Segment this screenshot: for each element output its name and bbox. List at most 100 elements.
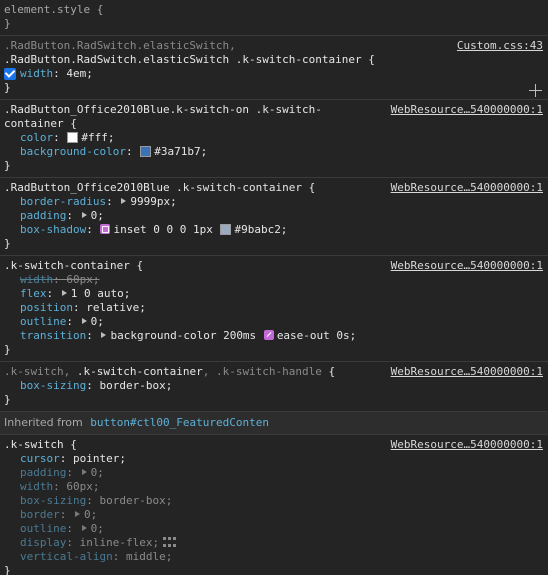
property-name[interactable]: width	[20, 480, 53, 493]
element-style-selector[interactable]: element.style {	[4, 3, 544, 17]
declaration-border-radius[interactable]: border-radius: 9999px;	[4, 195, 544, 209]
property-value[interactable]: 0;	[91, 522, 104, 535]
declaration-display[interactable]: display: inline-flex;	[4, 536, 544, 550]
property-name[interactable]: border	[20, 508, 60, 521]
declaration-vertical-align[interactable]: vertical-align: middle;	[4, 550, 544, 564]
property-name[interactable]: display	[20, 536, 66, 549]
selector-part: , .k-switch-handle	[202, 365, 322, 378]
property-name[interactable]: width	[20, 273, 53, 286]
property-name[interactable]: width	[20, 67, 53, 80]
expand-triangle-icon[interactable]	[81, 469, 87, 475]
property-value[interactable]: border-box;	[99, 379, 172, 392]
property-name[interactable]: box-sizing	[20, 494, 86, 507]
property-name[interactable]: outline	[20, 315, 66, 328]
declaration-position[interactable]: position: relative;	[4, 301, 544, 315]
property-name[interactable]: cursor	[20, 452, 60, 465]
colon: :	[53, 131, 67, 144]
colon: :	[86, 379, 100, 392]
style-rule[interactable]: .k-switch-container {WebResource…5400000…	[0, 256, 548, 362]
source-link[interactable]: WebResource…540000000:1	[391, 365, 543, 378]
source-link[interactable]: WebResource…540000000:1	[391, 103, 543, 116]
declaration-outline[interactable]: outline: 0;	[4, 522, 544, 536]
easing-editor-icon[interactable]	[263, 330, 274, 340]
color-swatch-icon[interactable]	[220, 223, 232, 235]
property-name[interactable]: background-color	[20, 145, 126, 158]
color-swatch-icon[interactable]	[140, 145, 152, 157]
property-value[interactable]: 4em;	[66, 67, 93, 80]
property-value[interactable]: 60px;	[66, 480, 99, 493]
declaration-padding[interactable]: padding: 0;	[4, 466, 544, 480]
property-name[interactable]: outline	[20, 522, 66, 535]
property-value[interactable]: middle;	[126, 550, 172, 563]
declaration-width[interactable]: width: 60px;	[4, 480, 544, 494]
property-name[interactable]: padding	[20, 209, 66, 222]
property-value[interactable]: 0;	[91, 209, 104, 222]
style-rule[interactable]: .RadButton.RadSwitch.elasticSwitch, .RadB…	[0, 36, 548, 100]
declaration-border[interactable]: border: 0;	[4, 508, 544, 522]
style-rule[interactable]: .k-switch, .k-switch-container, .k-switc…	[0, 362, 548, 412]
property-value[interactable]: inset 0 0 0 1px	[113, 223, 219, 236]
declaration-width[interactable]: width: 4em;	[4, 67, 544, 81]
declaration-color[interactable]: color: #fff;	[4, 131, 544, 145]
expand-triangle-icon[interactable]	[61, 290, 67, 296]
property-value[interactable]: 0;	[91, 315, 104, 328]
property-name[interactable]: box-sizing	[20, 379, 86, 392]
element-style-rule[interactable]: element.style { }	[0, 0, 548, 36]
expand-triangle-icon[interactable]	[81, 525, 87, 531]
property-value[interactable]: relative;	[86, 301, 146, 314]
property-name[interactable]: padding	[20, 466, 66, 479]
enabled-checkbox[interactable]	[4, 68, 16, 80]
property-value[interactable]: 60px;	[66, 273, 99, 286]
flexbox-editor-icon[interactable]	[163, 537, 177, 547]
property-value[interactable]: 0;	[91, 466, 104, 479]
property-value[interactable]: #fff;	[81, 131, 114, 144]
property-name[interactable]: vertical-align	[20, 550, 113, 563]
property-value[interactable]: inline-flex;	[80, 536, 159, 549]
expand-triangle-icon[interactable]	[81, 318, 87, 324]
property-value[interactable]: ease-out 0s;	[277, 329, 356, 342]
property-name[interactable]: border-radius	[20, 195, 106, 208]
expand-triangle-icon[interactable]	[101, 332, 107, 338]
property-name[interactable]: position	[20, 301, 73, 314]
add-rule-icon[interactable]	[529, 84, 542, 97]
property-value[interactable]: background-color 200ms	[110, 329, 262, 342]
style-rule[interactable]: .RadButton_Office2010Blue.k-switch-on .k…	[0, 100, 548, 178]
declaration-outline[interactable]: outline: 0;	[4, 315, 544, 329]
declaration-flex[interactable]: flex: 1 0 auto;	[4, 287, 544, 301]
colon: :	[66, 536, 80, 549]
style-rule[interactable]: .RadButton_Office2010Blue .k-switch-cont…	[0, 178, 548, 256]
color-swatch-icon[interactable]	[67, 131, 79, 143]
declaration-transition[interactable]: transition: background-color 200ms ease-…	[4, 329, 544, 343]
property-value[interactable]: border-box;	[99, 494, 172, 507]
declaration-background-color[interactable]: background-color: #3a71b7;	[4, 145, 544, 159]
expand-triangle-icon[interactable]	[81, 212, 87, 218]
source-link[interactable]: WebResource…540000000:1	[391, 259, 543, 272]
shadow-editor-icon[interactable]	[100, 224, 111, 234]
property-value[interactable]: #3a71b7;	[154, 145, 207, 158]
source-link[interactable]: WebResource…540000000:1	[391, 181, 543, 194]
declaration-cursor[interactable]: cursor: pointer;	[4, 452, 544, 466]
property-value[interactable]: 0;	[84, 508, 97, 521]
property-value[interactable]: #9babc2;	[234, 223, 287, 236]
declaration-box-shadow[interactable]: box-shadow: inset 0 0 0 1px #9babc2;	[4, 223, 544, 237]
expand-triangle-icon[interactable]	[121, 198, 127, 204]
rule-selector[interactable]: .RadButton.RadSwitch.elasticSwitch .k-sw…	[4, 53, 544, 67]
declaration-box-sizing[interactable]: box-sizing: border-box;	[4, 494, 544, 508]
inherited-node-link[interactable]: button#ctl00_FeaturedConten	[90, 416, 269, 429]
declaration-box-sizing[interactable]: box-sizing: border-box;	[4, 379, 544, 393]
source-link[interactable]: WebResource…540000000:1	[391, 438, 543, 451]
expand-triangle-icon[interactable]	[75, 511, 80, 517]
inherited-rule[interactable]: .k-switch {WebResource…540000000:1 cursor…	[0, 435, 548, 575]
declaration-width[interactable]: width: 60px;	[4, 273, 544, 287]
property-value[interactable]: pointer;	[73, 452, 126, 465]
property-name[interactable]: box-shadow	[20, 223, 86, 236]
source-link[interactable]: Custom.css:43	[457, 39, 543, 52]
property-value[interactable]: 9999px;	[130, 195, 176, 208]
rule-selector[interactable]: container {	[4, 117, 544, 131]
property-value[interactable]: 1 0 auto;	[71, 287, 131, 300]
selector-part: .RadButton_Office2010Blue.k-switch-on .k…	[4, 103, 322, 116]
property-name[interactable]: transition	[20, 329, 86, 342]
property-name[interactable]: color	[20, 131, 53, 144]
property-name[interactable]: flex	[20, 287, 47, 300]
declaration-padding[interactable]: padding: 0;	[4, 209, 544, 223]
